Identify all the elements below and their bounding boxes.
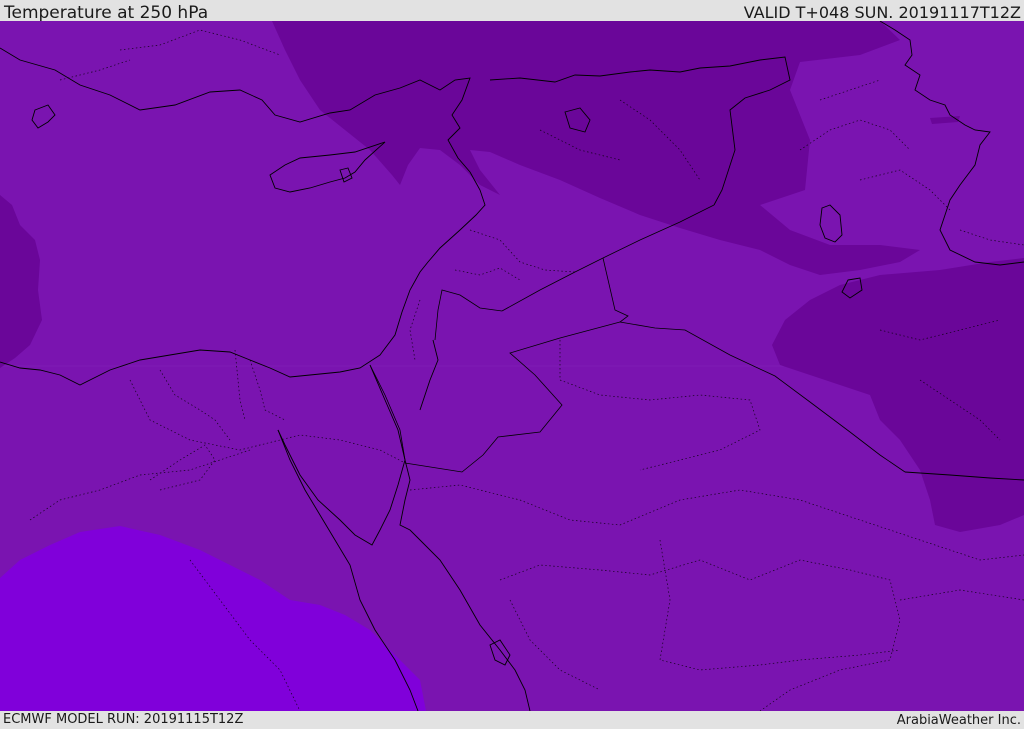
valid-time: VALID T+048 SUN. 20191117T12Z — [743, 3, 1021, 22]
footer-bar: ECMWF MODEL RUN: 20191115T12Z ArabiaWeat… — [0, 711, 1024, 729]
map-title: Temperature at 250 hPa — [4, 3, 209, 23]
header-bar: Temperature at 250 hPa VALID T+048 SUN. … — [0, 0, 1024, 23]
model-run-label: ECMWF MODEL RUN: 20191115T12Z — [3, 712, 244, 727]
weather-map[interactable] — [0, 21, 1024, 711]
map-canvas — [0, 21, 1024, 711]
credit-label: ArabiaWeather Inc. — [896, 713, 1021, 728]
